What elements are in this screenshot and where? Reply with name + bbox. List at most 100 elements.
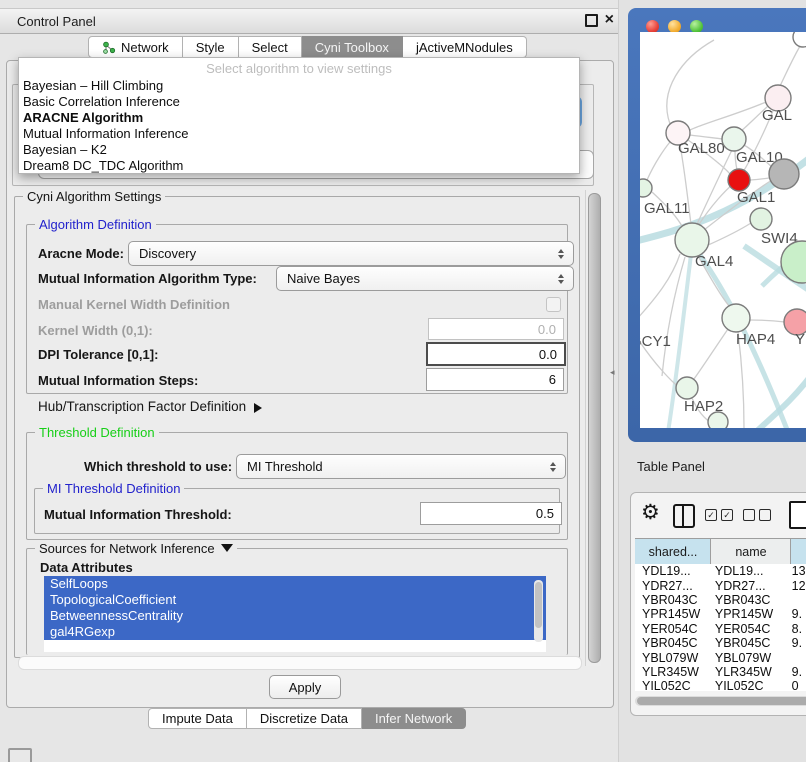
split-pane-handle[interactable]: ◂ (610, 368, 615, 377)
table-row[interactable]: YLR345W YLR345W 9. (635, 665, 806, 679)
network-node-hap4[interactable] (722, 304, 750, 332)
mi-steps-input[interactable]: 6 (426, 368, 564, 391)
table-header-row: shared... name (635, 538, 806, 566)
float-window-icon[interactable] (585, 14, 598, 27)
aracne-mode-combobox[interactable]: Discovery (128, 241, 574, 266)
dpi-tolerance-input[interactable]: 0.0 (426, 342, 566, 366)
cell-shared: YLR345W (635, 665, 709, 679)
tab-impute-data-label: Impute Data (162, 711, 233, 726)
dropdown-item[interactable]: Dream8 DC_TDC Algorithm (19, 158, 579, 174)
expanded-arrow-icon (221, 544, 233, 558)
attributes-list-scrollbar[interactable] (534, 580, 543, 642)
mi-algorithm-type-combobox[interactable]: Naive Bayes (276, 266, 574, 291)
tab-cyni-toolbox[interactable]: Cyni Toolbox (302, 36, 403, 58)
network-node-gal10[interactable] (722, 127, 746, 151)
tab-select[interactable]: Select (239, 36, 302, 58)
kernel-width-input[interactable]: 0.0 (428, 318, 564, 340)
tab-network[interactable]: Network (88, 36, 183, 58)
tab-jactivemnodules[interactable]: jActiveMNodules (403, 36, 527, 58)
table-row[interactable]: YER054C YER054C 8. (635, 622, 806, 636)
tab-infer-network[interactable]: Infer Network (362, 708, 466, 729)
dropdown-item[interactable]: Bayesian – Hill Climbing (19, 78, 579, 94)
table-row[interactable]: YPR145W YPR145W 9. (635, 607, 806, 621)
tab-impute-data[interactable]: Impute Data (148, 708, 247, 729)
attribute-item-selected[interactable]: BetweennessCentrality (44, 608, 546, 624)
column-header-shared-label: shared... (649, 545, 698, 559)
mi-threshold-input[interactable]: 0.5 (420, 502, 562, 525)
kernel-width-label: Kernel Width (0,1): (38, 323, 153, 338)
sources-title[interactable]: Sources for Network Inference (35, 541, 237, 558)
network-node[interactable] (793, 32, 806, 47)
algorithm-dropdown-popup: Select algorithm to view settings Bayesi… (18, 57, 580, 174)
cell-shared: YBR045C (635, 636, 709, 650)
cell-value: 12 (786, 579, 806, 593)
tab-style[interactable]: Style (183, 36, 239, 58)
cyni-bottom-tabbar: Impute Data Discretize Data Infer Networ… (148, 708, 466, 729)
tab-select-label: Select (252, 40, 288, 55)
table-row[interactable]: YDL19... YDL19... 13 (635, 564, 806, 578)
network-canvas[interactable]: GALGAL80GAL10GAL1GAL11SWI4GAL4HAP4YGCY1H… (640, 32, 806, 428)
table-horizontal-scrollbar[interactable] (635, 696, 806, 706)
dpi-tolerance-label: DPI Tolerance [0,1]: (38, 347, 158, 362)
algorithm-definition-title: Algorithm Definition (35, 217, 156, 232)
dropdown-item[interactable]: ARACNE Algorithm (19, 110, 579, 126)
network-node[interactable] (769, 159, 799, 189)
which-threshold-combobox[interactable]: MI Threshold (236, 454, 566, 479)
kernel-width-value: 0.0 (538, 322, 556, 337)
manual-kernel-width-label: Manual Kernel Width Definition (38, 297, 230, 312)
table-row[interactable]: YIL052C YIL052C 0 (635, 679, 806, 691)
network-node-swi4[interactable] (750, 208, 772, 230)
dropdown-item[interactable]: Basic Correlation Inference (19, 94, 579, 110)
column-header-shared[interactable]: shared... (635, 539, 711, 565)
cell-name: YPR145W (709, 607, 786, 621)
network-edges-thick (640, 158, 806, 428)
table-row[interactable]: YBR045C YBR045C 9. (635, 636, 806, 650)
column-header-name-label: name (735, 545, 766, 559)
settings-horizontal-scrollbar[interactable] (18, 656, 582, 670)
cell-name: YDR27... (709, 579, 786, 593)
cell-name: YIL052C (709, 679, 786, 691)
table-panel-title: Table Panel (637, 459, 705, 474)
node-label-gal11: GAL11 (644, 200, 690, 217)
data-attributes-list[interactable]: SelfLoopsTopologicalCoefficientBetweenne… (44, 576, 546, 652)
tab-discretize-data[interactable]: Discretize Data (247, 708, 362, 729)
column-header-partial[interactable] (791, 539, 806, 565)
dropdown-prompt: Select algorithm to view settings (19, 58, 579, 78)
settings-vertical-scrollbar[interactable] (585, 190, 601, 666)
spinner-arrows-icon (558, 246, 564, 262)
docked-panel-icon[interactable] (8, 748, 32, 762)
table-row[interactable]: YBL079W YBL079W (635, 650, 806, 664)
table-mode-icon[interactable] (789, 501, 806, 529)
network-node-gal4[interactable] (675, 223, 709, 257)
apply-button-label: Apply (289, 680, 322, 695)
dropdown-item[interactable]: Bayesian – K2 (19, 142, 579, 158)
network-node[interactable] (708, 412, 728, 428)
table-row[interactable]: YDR27... YDR27... 12 (635, 578, 806, 592)
mi-threshold-definition-title: MI Threshold Definition (43, 481, 184, 496)
mi-threshold-value: 0.5 (536, 506, 554, 521)
tab-style-label: Style (196, 40, 225, 55)
gear-icon[interactable]: ⚙ (641, 502, 660, 523)
cell-shared: YPR145W (635, 607, 709, 621)
unchecked-boxes-icon[interactable] (743, 509, 771, 521)
checked-boxes-icon[interactable]: ✓✓ (705, 509, 733, 521)
dpi-tolerance-value: 0.0 (539, 347, 557, 362)
network-node-gal11[interactable] (640, 179, 652, 197)
network-node-gal1[interactable] (728, 169, 750, 191)
columns-icon[interactable] (673, 504, 695, 528)
attribute-item-selected[interactable]: TopologicalCoefficient (44, 592, 546, 608)
manual-kernel-width-checkbox[interactable] (546, 297, 561, 312)
attribute-item-selected[interactable]: gal4RGexp (44, 624, 546, 640)
close-icon[interactable]: × (605, 13, 614, 27)
network-node-hap2[interactable] (676, 377, 698, 399)
dropdown-item[interactable]: Mutual Information Inference (19, 126, 579, 142)
column-header-name[interactable]: name (711, 539, 791, 565)
network-canvas-svg: GALGAL80GAL10GAL1GAL11SWI4GAL4HAP4YGCY1H… (640, 32, 806, 428)
table-row[interactable]: YBR043C YBR043C (635, 593, 806, 607)
hub-definition-toggle[interactable]: Hub/Transcription Factor Definition (38, 399, 267, 414)
which-threshold-label: Which threshold to use: (84, 459, 232, 474)
cell-shared: YER054C (635, 622, 709, 636)
attribute-item-selected[interactable]: SelfLoops (44, 576, 546, 592)
mi-algorithm-type-value: Naive Bayes (287, 271, 360, 286)
apply-button[interactable]: Apply (269, 675, 341, 699)
